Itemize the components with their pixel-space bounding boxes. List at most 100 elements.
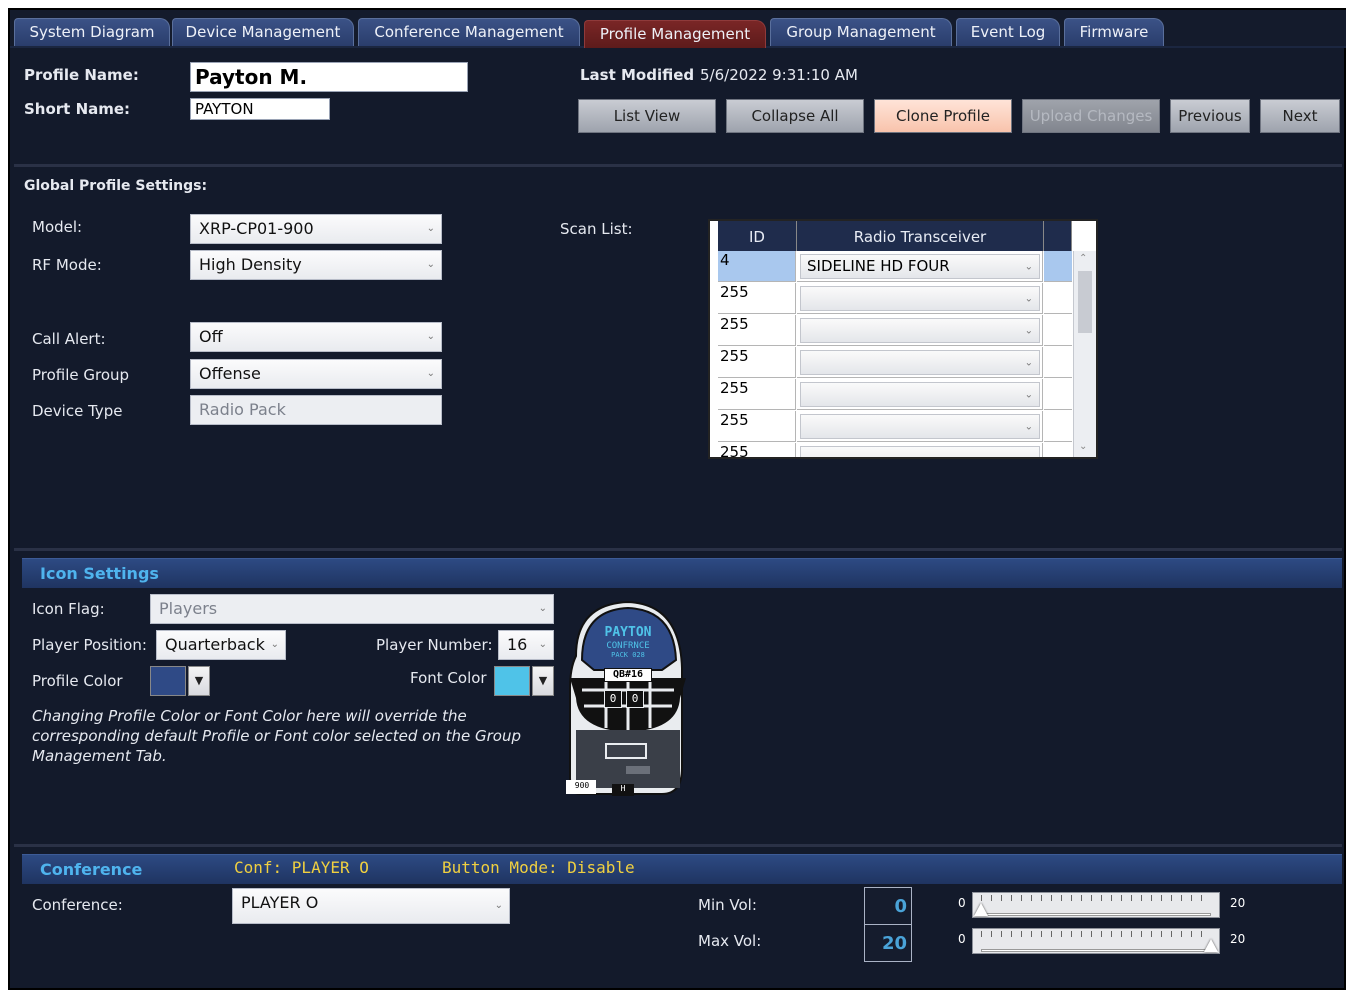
scan-row-cell xyxy=(1044,315,1072,346)
short-name-input[interactable]: PAYTON xyxy=(190,98,330,120)
tab-system-diagram[interactable]: System Diagram xyxy=(14,18,170,46)
helmet-digit: 0 xyxy=(604,690,622,708)
radio-transceiver-dropdown[interactable]: ⌄ xyxy=(800,382,1040,407)
model-dropdown[interactable]: XRP-CP01-900 ⌄ xyxy=(190,214,442,244)
column-header-id[interactable]: ID xyxy=(718,221,797,251)
scrollbar-thumb[interactable] xyxy=(1078,271,1092,333)
tab-device-management[interactable]: Device Management xyxy=(172,18,354,46)
scan-row-radio[interactable]: SIDELINE HD FOUR ⌄ xyxy=(797,251,1043,282)
clone-profile-button[interactable]: Clone Profile xyxy=(874,99,1012,133)
scan-row-radio[interactable]: ⌄ xyxy=(797,411,1043,442)
profile-name-input[interactable]: Payton M. xyxy=(190,62,468,92)
device-type-field: Radio Pack xyxy=(190,395,442,425)
conference-dropdown[interactable]: PLAYER O ⌄ xyxy=(232,888,510,924)
max-vol-value[interactable]: 20 xyxy=(864,924,912,962)
chevron-down-icon: ⌄ xyxy=(1024,261,1033,272)
player-position-dropdown[interactable]: Quarterback ⌄ xyxy=(156,630,286,660)
scan-row-radio[interactable]: ⌄ xyxy=(797,379,1043,410)
conference-header xyxy=(22,854,1342,884)
conference-label: Conference: xyxy=(32,896,123,914)
scan-row-id[interactable]: 255 xyxy=(718,283,796,314)
upload-changes-button[interactable]: Upload Changes xyxy=(1022,99,1160,133)
font-color-label: Font Color xyxy=(410,669,487,687)
rf-mode-dropdown[interactable]: High Density ⌄ xyxy=(190,250,442,280)
scan-row-cell xyxy=(1044,347,1072,378)
min-vol-scale-min: 0 xyxy=(958,896,966,910)
tab-firmware[interactable]: Firmware xyxy=(1064,18,1164,46)
radio-transceiver-dropdown[interactable]: ⌄ xyxy=(800,414,1040,439)
scan-row-id[interactable]: 255 xyxy=(718,443,796,457)
next-button[interactable]: Next xyxy=(1260,99,1340,133)
collapse-all-button[interactable]: Collapse All xyxy=(726,99,864,133)
profile-color-swatch[interactable] xyxy=(150,666,186,696)
previous-button[interactable]: Previous xyxy=(1170,99,1250,133)
scan-row-cell xyxy=(1044,443,1072,457)
scan-row-radio[interactable]: ⌄ xyxy=(797,443,1043,457)
divider xyxy=(14,164,1342,167)
icon-flag-value: Players xyxy=(159,599,218,618)
scan-row-id[interactable]: 4 xyxy=(718,251,796,282)
tab-event-log[interactable]: Event Log xyxy=(956,18,1060,46)
font-color-swatch[interactable] xyxy=(494,666,530,696)
chevron-down-icon: ⌄ xyxy=(1024,357,1033,368)
font-color-picker-button[interactable]: ▼ xyxy=(532,666,554,696)
tab-profile-management[interactable]: Profile Management xyxy=(584,20,766,48)
scan-row-id[interactable]: 255 xyxy=(718,347,796,378)
call-alert-dropdown[interactable]: Off ⌄ xyxy=(190,322,442,352)
helmet-line2: PACK 028 xyxy=(611,651,645,659)
tab-group-management[interactable]: Group Management xyxy=(770,18,952,46)
scan-row-radio[interactable]: ⌄ xyxy=(797,315,1043,346)
min-vol-label: Min Vol: xyxy=(698,896,757,914)
scan-row-id[interactable]: 255 xyxy=(718,379,796,410)
column-header-radio-transceiver[interactable]: Radio Transceiver xyxy=(797,221,1044,251)
scan-list-grid[interactable]: ID Radio Transceiver 4 SIDELINE HD FOUR ⌄… xyxy=(708,219,1098,459)
radio-transceiver-dropdown[interactable]: SIDELINE HD FOUR ⌄ xyxy=(800,254,1040,279)
chevron-down-icon: ⌄ xyxy=(1024,389,1033,400)
radio-transceiver-dropdown[interactable]: ⌄ xyxy=(800,318,1040,343)
min-vol-value[interactable]: 0 xyxy=(864,887,912,925)
conference-value: PLAYER O xyxy=(241,893,319,912)
chevron-down-icon: ⌄ xyxy=(538,603,547,614)
radio-transceiver-value: SIDELINE HD FOUR xyxy=(807,257,950,275)
tab-bar: System Diagram Device Management Confere… xyxy=(10,10,1346,48)
scan-row-cell xyxy=(1044,379,1072,410)
radio-transceiver-dropdown[interactable]: ⌄ xyxy=(800,350,1040,375)
conf-status: Conf: PLAYER O xyxy=(234,858,369,877)
call-alert-label: Call Alert: xyxy=(32,330,106,348)
icon-flag-dropdown[interactable]: Players ⌄ xyxy=(150,594,554,624)
rf-mode-value: High Density xyxy=(199,255,302,274)
scroll-up-icon[interactable]: ⌃ xyxy=(1079,253,1087,264)
divider xyxy=(14,548,1342,551)
column-header-spacer xyxy=(1044,221,1072,251)
max-vol-slider[interactable] xyxy=(972,928,1220,954)
profile-group-dropdown[interactable]: Offense ⌄ xyxy=(190,359,442,389)
rf-mode-label: RF Mode: xyxy=(32,256,102,274)
scan-list-scrollbar[interactable]: ⌃ ⌄ xyxy=(1073,251,1096,457)
profile-name-label: Profile Name: xyxy=(24,66,139,84)
radio-transceiver-dropdown[interactable]: ⌄ xyxy=(800,286,1040,311)
min-vol-slider-thumb[interactable] xyxy=(974,903,988,916)
chevron-down-icon: ⌄ xyxy=(270,639,279,650)
list-view-button[interactable]: List View xyxy=(578,99,716,133)
slider-rail xyxy=(981,949,1211,952)
max-vol-slider-thumb[interactable] xyxy=(1204,939,1218,952)
model-value: XRP-CP01-900 xyxy=(199,219,314,238)
radio-transceiver-dropdown[interactable]: ⌄ xyxy=(800,446,1040,457)
profile-group-label: Profile Group xyxy=(32,366,130,384)
scan-row-selected-cell xyxy=(1044,251,1072,282)
scan-row-id[interactable]: 255 xyxy=(718,411,796,442)
scan-row-radio[interactable]: ⌄ xyxy=(797,283,1043,314)
scan-row-radio[interactable]: ⌄ xyxy=(797,347,1043,378)
scroll-down-icon[interactable]: ⌄ xyxy=(1079,441,1087,452)
tab-conference-management[interactable]: Conference Management xyxy=(358,18,580,46)
profile-color-picker-button[interactable]: ▼ xyxy=(188,666,210,696)
player-number-dropdown[interactable]: 16 ⌄ xyxy=(498,630,554,660)
max-vol-scale-min: 0 xyxy=(958,932,966,946)
profile-group-value: Offense xyxy=(199,364,261,383)
scan-row-id[interactable]: 255 xyxy=(718,315,796,346)
min-vol-scale-max: 20 xyxy=(1230,896,1246,910)
helmet-name: PAYTON xyxy=(604,625,652,640)
global-settings-title: Global Profile Settings: xyxy=(24,178,208,194)
min-vol-slider[interactable] xyxy=(972,892,1220,918)
chevron-down-icon: ⌄ xyxy=(426,223,435,234)
